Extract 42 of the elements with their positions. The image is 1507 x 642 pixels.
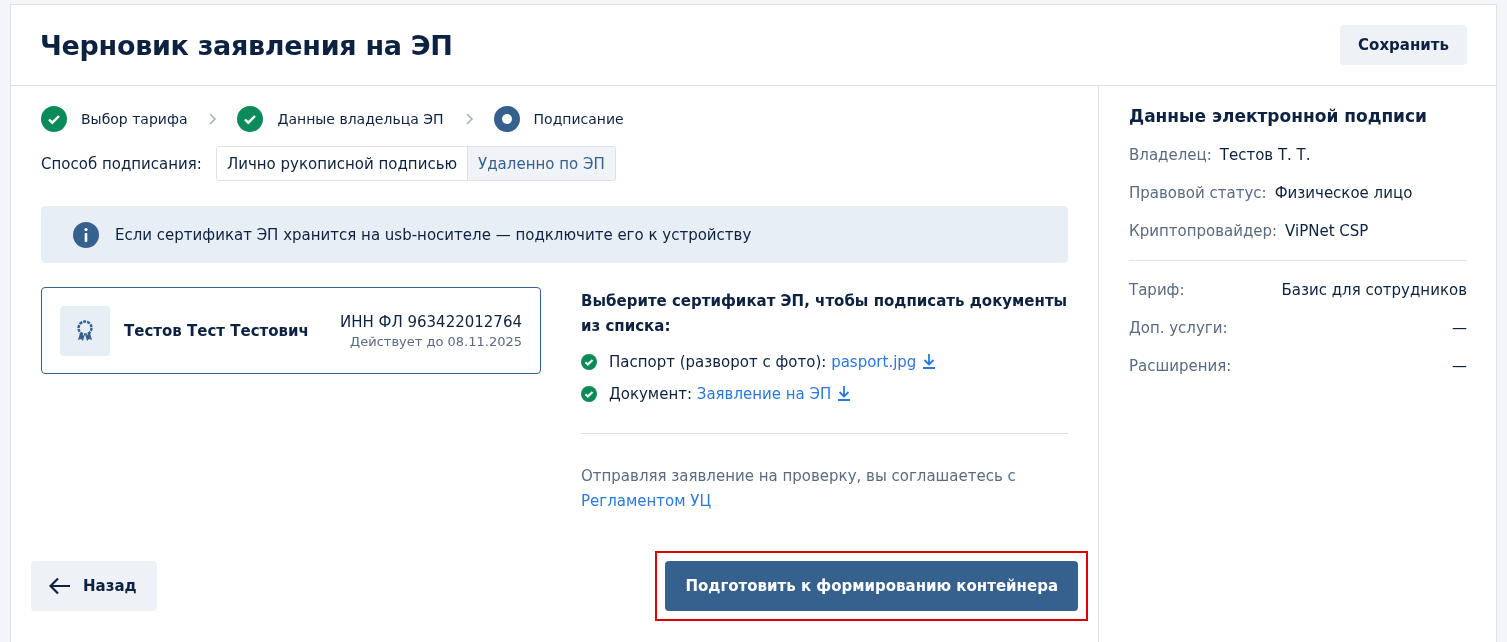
step-label: Выбор тарифа [81,111,188,127]
chevron-icon [207,113,218,125]
certificate-owner: Тестов Тест Тестович [124,321,310,340]
detail-label: Правовой статус: [1129,184,1267,202]
inn-text: ИНН ФЛ 963422012764 [339,312,522,331]
document-label: Паспорт (разворот с фото): [609,353,827,371]
detail-value: Физическое лицо [1274,184,1413,202]
download-icon [837,385,852,401]
step-label: Данные владельца ЭП [277,111,444,127]
chevron-icon [463,113,474,125]
info-text: Если сертификат ЭП хранится на usb-носителе — подключите его к устройству [115,225,752,244]
document-label: Документ: [609,385,692,403]
detail-label: Криптопровайдер: [1129,222,1278,240]
regulations-link[interactable]: Регламентом УЦ [581,492,712,510]
page-title: Черновик заявления на ЭП [40,29,453,61]
summary-label: Расширения: [1129,357,1232,375]
documents-heading: Выберите сертификат ЭП, чтобы подписать документы из списка: [581,291,1068,337]
summary-value: Базис для сотрудников [1281,281,1467,299]
detail-label: Владелец: [1129,146,1212,164]
detail-value: ViPNet CSP [1285,222,1369,240]
arrow-left-icon [49,577,71,595]
validity-text: Действует до 08.11.2025 [350,333,522,349]
document-link[interactable]: Заявление на ЭП [696,385,832,403]
consent-text: Отправляя заявление на проверку, вы соглашаетесь с Регламентом УЦ [581,466,1017,512]
summary-label: Тариф: [1129,281,1185,299]
segment-option[interactable]: Удаленно по ЭП [468,147,615,180]
certificate-card[interactable]: Тестов Тест Тестович ИНН ФЛ 963422012764 Действует до 08.11.2025 [41,287,541,374]
certificate-icon [60,305,110,356]
summary-value: — [1452,319,1467,337]
segment-option[interactable]: Лично рукописной подписью [216,147,469,180]
summary-label: Доп. услуги: [1129,319,1228,337]
info-icon [73,221,99,248]
download-icon [922,353,937,369]
detail-value: Тестов Т. Т. [1219,146,1311,164]
step-label: Подписание [533,111,624,127]
summary-value: — [1452,357,1467,375]
field-label: Способ подписания: [41,154,202,173]
save-button[interactable]: Сохранить [1340,25,1467,65]
sidebar-title: Данные электронной подписи [1129,106,1429,126]
submit-button[interactable]: Подготовить к формированию контейнера [665,561,1078,611]
document-link[interactable]: pasport.jpg [831,353,917,371]
back-button[interactable]: Назад [31,561,157,611]
